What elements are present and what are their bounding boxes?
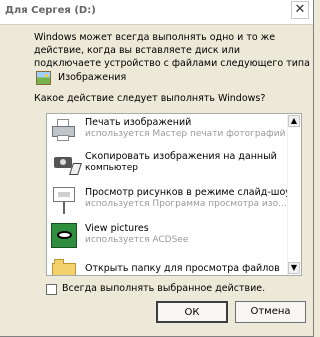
folder-icon bbox=[50, 257, 79, 275]
title-bar: Для Сергея (D:) ✕ bbox=[0, 0, 313, 25]
action-view-pictures[interactable]: View pictures используется ACDSee bbox=[50, 222, 288, 252]
scroll-up-button[interactable]: ▲ bbox=[288, 115, 300, 127]
action-print-images[interactable]: Печать изображений используется Мастер п… bbox=[50, 116, 288, 146]
close-button[interactable]: ✕ bbox=[291, 1, 309, 19]
scroll-track[interactable] bbox=[288, 127, 300, 262]
camera-copy-icon bbox=[50, 150, 82, 178]
ok-button[interactable]: ОК bbox=[156, 301, 228, 323]
action-open-folder[interactable]: Открыть папку для просмотра файлов bbox=[50, 257, 288, 275]
action-copy-images[interactable]: Скопировать изображения на данный компью… bbox=[50, 150, 288, 180]
action-title: Просмотр рисунков в режиме слайд-шоу bbox=[85, 187, 291, 198]
autoplay-dialog: Для Сергея (D:) ✕ Windows может всегда в… bbox=[0, 0, 314, 337]
action-title: Печать изображений bbox=[85, 117, 192, 128]
scroll-down-button[interactable]: ▼ bbox=[288, 262, 300, 274]
acdsee-icon bbox=[50, 222, 79, 250]
printer-icon bbox=[50, 116, 79, 144]
images-icon bbox=[36, 71, 51, 85]
slideshow-icon bbox=[50, 186, 79, 214]
actions-list[interactable]: Печать изображений используется Мастер п… bbox=[46, 113, 302, 276]
action-slideshow[interactable]: Просмотр рисунков в режиме слайд-шоу исп… bbox=[50, 186, 291, 216]
content-type-label: Изображения bbox=[58, 72, 127, 83]
action-subtitle: используется Программа просмотра изо... bbox=[85, 199, 287, 209]
always-do-label[interactable]: Всегда выполнять выбранное действие. bbox=[62, 283, 265, 294]
action-title: View pictures bbox=[85, 223, 149, 234]
action-subtitle: компьютер bbox=[85, 163, 138, 173]
action-subtitle: используется ACDSee bbox=[85, 235, 189, 245]
action-subtitle: используется Мастер печати фотографий bbox=[85, 129, 286, 139]
intro-text: Windows может всегда выполнять одно и то… bbox=[34, 32, 310, 69]
action-title: Открыть папку для просмотра файлов bbox=[85, 263, 280, 274]
action-question: Какое действие следует выполнять Windows… bbox=[34, 93, 266, 104]
action-title: Скопировать изображения на данный bbox=[85, 151, 277, 162]
vertical-scrollbar[interactable]: ▲ ▼ bbox=[287, 114, 301, 275]
window-title: Для Сергея (D:) bbox=[5, 5, 96, 16]
always-do-checkbox[interactable] bbox=[46, 284, 57, 295]
cancel-button[interactable]: Отмена bbox=[235, 301, 306, 323]
